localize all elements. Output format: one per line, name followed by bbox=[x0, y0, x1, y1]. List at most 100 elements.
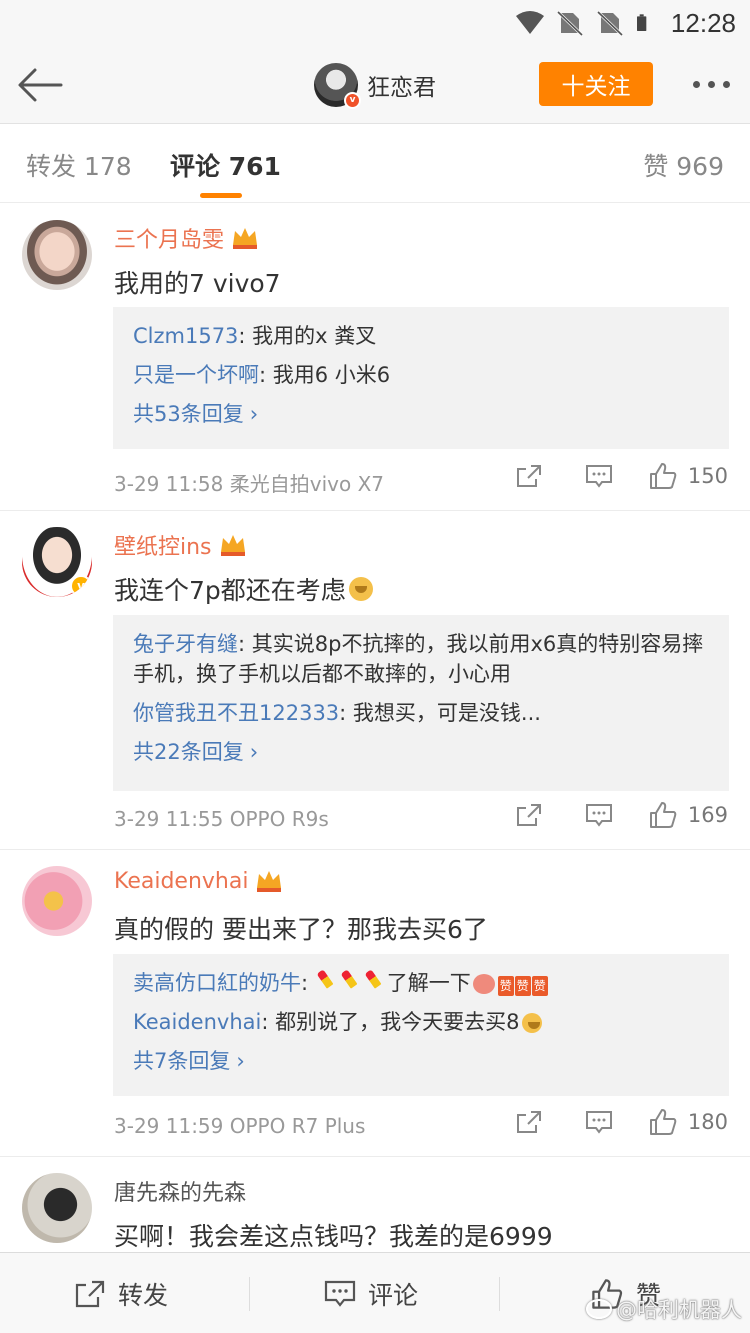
avatar[interactable] bbox=[22, 1173, 92, 1243]
comment-author[interactable]: 唐先森的先森 bbox=[114, 1175, 246, 1207]
comment-item: Keaidenvhai 真的假的 要出来了？那我去买6了 卖高仿口紅的奶牛: 了… bbox=[0, 850, 750, 1157]
tab-like-count: 969 bbox=[676, 152, 724, 181]
chevron-right-icon: › bbox=[236, 1049, 245, 1073]
vip-crown-icon bbox=[233, 228, 258, 249]
comment-actions: 150 bbox=[494, 462, 728, 490]
comment-time: 3-29 11:58 bbox=[114, 472, 224, 496]
lipstick-emoji-icon bbox=[317, 968, 337, 990]
divider bbox=[249, 1277, 250, 1311]
zan-sticker: 赞 bbox=[514, 976, 531, 996]
follow-button[interactable]: 十关注 bbox=[539, 62, 653, 106]
tab-comment[interactable]: 评论 761 bbox=[170, 147, 281, 183]
reply-item[interactable]: 只是一个坏啊: 我用6 小米6 bbox=[133, 360, 709, 390]
doge-emoji-icon bbox=[522, 1013, 543, 1033]
verified-badge-icon: v bbox=[344, 92, 361, 109]
nav-username: 狂恋君 bbox=[367, 75, 436, 101]
vip-crown-icon bbox=[220, 535, 245, 556]
like-button[interactable]: 150 bbox=[648, 462, 728, 490]
view-replies-link[interactable]: 共53条回复 › bbox=[133, 399, 709, 429]
nav-user[interactable]: v 狂恋君 bbox=[314, 60, 436, 110]
share-button[interactable] bbox=[494, 802, 564, 828]
avatar[interactable]: v bbox=[314, 63, 361, 109]
like-button[interactable]: 169 bbox=[648, 801, 728, 829]
like-count: 169 bbox=[687, 803, 728, 827]
thumbs-up-icon bbox=[649, 463, 677, 489]
more-options-icon[interactable] bbox=[693, 74, 730, 94]
comment-text: 我用的7 vivo7 bbox=[114, 269, 281, 298]
no-sim-icon-2 bbox=[596, 10, 623, 36]
divider bbox=[499, 1277, 500, 1311]
comment-text: 买啊！我会差这点钱吗？我差的是6999 bbox=[114, 1222, 553, 1251]
chevron-right-icon: › bbox=[249, 740, 259, 764]
repost-button[interactable]: 转发 bbox=[74, 1253, 168, 1333]
comment-device: 柔光自拍vivo X7 bbox=[229, 472, 384, 496]
reply-box[interactable]: Clzm1573: 我用的x 粪叉 只是一个坏啊: 我用6 小米6 共53条回复… bbox=[113, 307, 729, 449]
share-icon bbox=[75, 1280, 105, 1307]
reply-box[interactable]: 兔子牙有缝: 其实说8p不抗摔的，我以前用x6真的特别容易摔手机，换了手机以后都… bbox=[113, 615, 729, 791]
comment-author[interactable]: Keaidenvhai bbox=[114, 868, 284, 894]
comment-item: v 壁纸控ins 我连个7p都还在考虑 兔子牙有缝: 其实说8p不抗摔的，我以前… bbox=[0, 511, 750, 850]
tab-repost-count: 178 bbox=[83, 152, 132, 181]
comment-author[interactable]: 壁纸控ins bbox=[114, 529, 248, 561]
status-time: 12:28 bbox=[670, 7, 736, 38]
view-replies-link[interactable]: 共22条回复 › bbox=[133, 737, 709, 767]
status-bar: 12:28 bbox=[0, 0, 750, 46]
weibo-logo-icon bbox=[586, 1299, 612, 1319]
active-tab-indicator bbox=[200, 193, 242, 198]
share-button[interactable] bbox=[494, 463, 564, 489]
comment-author[interactable]: 三个月岛雯 bbox=[114, 222, 260, 254]
tab-like[interactable]: 赞 969 bbox=[643, 147, 724, 183]
comment-text: 我连个7p都还在考虑 bbox=[114, 571, 373, 607]
reply-author[interactable]: 卖高仿口紅的奶牛 bbox=[133, 971, 301, 995]
like-button[interactable]: 180 bbox=[648, 1108, 728, 1136]
reply-item[interactable]: 卖高仿口紅的奶牛: 了解一下赞赞赞 bbox=[133, 968, 709, 998]
comment-item: 唐先森的先森 买啊！我会差这点钱吗？我差的是6999 bbox=[0, 1157, 750, 1257]
lipstick-emoji-icon bbox=[365, 968, 385, 990]
comment-icon bbox=[585, 804, 612, 827]
zan-sticker: 赞 bbox=[531, 976, 548, 996]
comment-item: 三个月岛雯 我用的7 vivo7 Clzm1573: 我用的x 粪叉 只是一个坏… bbox=[0, 204, 750, 511]
back-button[interactable] bbox=[14, 60, 66, 110]
zan-sticker: 赞 bbox=[497, 976, 514, 996]
reply-box[interactable]: 卖高仿口紅的奶牛: 了解一下赞赞赞 Keaidenvhai: 都别说了，我今天要… bbox=[113, 954, 729, 1096]
comment-device: OPPO R7 Plus bbox=[229, 1114, 366, 1138]
share-button[interactable] bbox=[494, 1109, 564, 1135]
comment-time: 3-29 11:55 bbox=[114, 807, 224, 831]
avatar[interactable] bbox=[22, 866, 92, 936]
reply-button[interactable] bbox=[564, 463, 634, 489]
status-icons: 12:28 bbox=[515, 6, 736, 40]
reply-author[interactable]: Clzm1573 bbox=[133, 324, 238, 348]
vip-crown-icon bbox=[257, 871, 282, 892]
comment-button[interactable]: 评论 bbox=[324, 1253, 418, 1333]
comment-time: 3-29 11:59 bbox=[114, 1114, 224, 1138]
reply-button[interactable] bbox=[564, 1109, 634, 1135]
comment-device: OPPO R9s bbox=[229, 807, 329, 831]
battery-icon bbox=[636, 14, 647, 31]
avatar[interactable] bbox=[22, 220, 92, 290]
view-replies-link[interactable]: 共7条回复 › bbox=[133, 1046, 709, 1076]
pig-emoji-icon bbox=[472, 974, 495, 994]
back-arrow-icon bbox=[18, 68, 63, 102]
share-icon bbox=[516, 465, 541, 487]
thumbs-up-icon bbox=[649, 802, 677, 828]
like-count: 180 bbox=[687, 1110, 728, 1134]
no-sim-icon bbox=[556, 10, 583, 36]
reply-item[interactable]: Clzm1573: 我用的x 粪叉 bbox=[133, 321, 709, 351]
like-count: 150 bbox=[687, 464, 728, 488]
reply-item[interactable]: 兔子牙有缝: 其实说8p不抗摔的，我以前用x6真的特别容易摔手机，换了手机以后都… bbox=[133, 629, 709, 689]
reply-author[interactable]: 你管我丑不丑122333 bbox=[133, 701, 339, 725]
tab-repost[interactable]: 转发 178 bbox=[26, 147, 132, 183]
comment-meta: 3-29 11:58 柔光自拍vivo X7 bbox=[114, 468, 384, 497]
reply-item[interactable]: 你管我丑不丑122333: 我想买，可是没钱... bbox=[133, 698, 709, 728]
comment-actions: 180 bbox=[494, 1108, 728, 1136]
avatar[interactable]: v bbox=[22, 527, 92, 597]
comment-meta: 3-29 11:55 OPPO R9s bbox=[114, 807, 329, 831]
comment-actions: 169 bbox=[494, 801, 728, 829]
verified-badge-icon: v bbox=[70, 575, 92, 597]
reply-author[interactable]: 兔子牙有缝 bbox=[133, 632, 238, 656]
reply-author[interactable]: 只是一个坏啊 bbox=[133, 363, 259, 387]
reply-button[interactable] bbox=[564, 802, 634, 828]
share-icon bbox=[516, 804, 541, 826]
reply-author[interactable]: Keaidenvhai bbox=[133, 1010, 261, 1034]
reply-item[interactable]: Keaidenvhai: 都别说了，我今天要去买8 bbox=[133, 1007, 709, 1037]
